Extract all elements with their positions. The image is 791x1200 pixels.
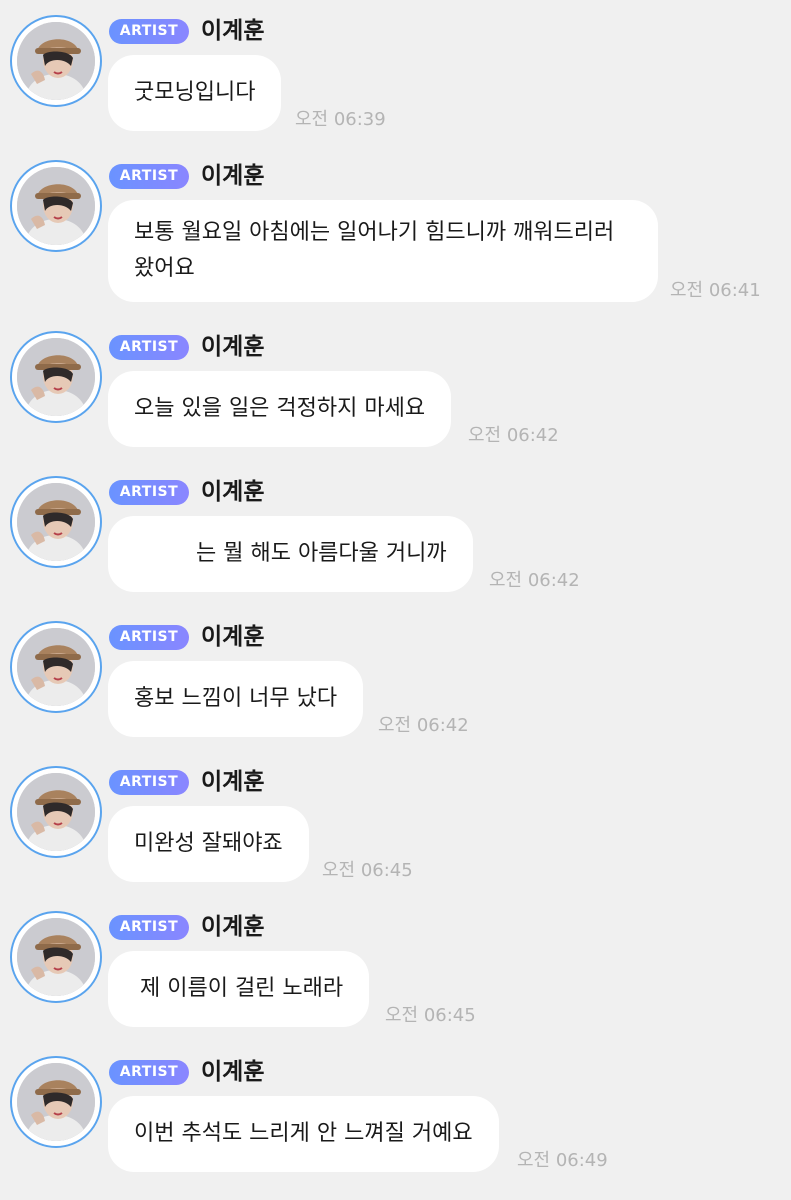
profile-photo-icon bbox=[17, 1063, 95, 1141]
timestamp: 오전 06:42 bbox=[378, 715, 469, 736]
artist-badge: ARTIST bbox=[109, 480, 189, 505]
chat-message: ARTIST 이계훈 홍보 느낌이 너무 났다 오전 06:42 bbox=[0, 606, 791, 751]
sender-name[interactable]: 이계훈 bbox=[201, 1055, 264, 1089]
message-bubble[interactable]: 굿모닝입니다 bbox=[108, 55, 282, 131]
artist-badge: ARTIST bbox=[109, 19, 189, 44]
artist-badge: ARTIST bbox=[109, 1060, 189, 1085]
avatar[interactable] bbox=[10, 160, 102, 252]
chat-message: ARTIST 이계훈 미완성 잘돼야죠 오전 06:45 bbox=[0, 751, 791, 896]
chat-message: ARTIST 이계훈 는 뭘 해도 아름다울 거니까 오전 06:42 bbox=[0, 461, 791, 606]
avatar[interactable] bbox=[10, 331, 102, 423]
chat-feed: ARTIST 이계훈 굿모닝입니다 오전 06:39 ARTIST 이계훈 보통… bbox=[0, 0, 791, 1200]
profile-photo-icon bbox=[17, 338, 95, 416]
profile-photo-icon bbox=[17, 773, 95, 851]
profile-photo-icon bbox=[17, 167, 95, 245]
profile-photo-icon bbox=[17, 918, 95, 996]
chat-message: ARTIST 이계훈 오늘 있을 일은 걱정하지 마세요 오전 06:42 bbox=[0, 316, 791, 461]
artist-badge: ARTIST bbox=[109, 164, 189, 189]
timestamp: 오전 06:45 bbox=[322, 860, 413, 881]
profile-photo-icon bbox=[17, 483, 95, 561]
sender-name[interactable]: 이계훈 bbox=[201, 330, 264, 364]
timestamp: 오전 06:39 bbox=[295, 109, 386, 130]
artist-badge: ARTIST bbox=[109, 915, 189, 940]
message-bubble[interactable]: 제 이름이 걸린 노래라 bbox=[108, 951, 370, 1027]
avatar[interactable] bbox=[10, 1056, 102, 1148]
sender-name[interactable]: 이계훈 bbox=[201, 620, 264, 654]
artist-badge: ARTIST bbox=[109, 625, 189, 650]
avatar[interactable] bbox=[10, 476, 102, 568]
chat-message: ARTIST 이계훈 이번 추석도 느리게 안 느껴질 거예요 오전 06:49 bbox=[0, 1041, 791, 1186]
message-bubble[interactable]: 미완성 잘돼야죠 bbox=[108, 806, 309, 882]
timestamp: 오전 06:42 bbox=[468, 425, 559, 446]
message-bubble[interactable]: 보통 월요일 아침에는 일어나기 힘드니까 깨워드리러 왔어요 bbox=[108, 200, 658, 302]
avatar[interactable] bbox=[10, 621, 102, 713]
avatar[interactable] bbox=[10, 15, 102, 107]
chat-message: ARTIST 이계훈 보통 월요일 아침에는 일어나기 힘드니까 깨워드리러 왔… bbox=[0, 145, 791, 302]
chat-message: ARTIST 이계훈 제 이름이 걸린 노래라 오전 06:45 bbox=[0, 896, 791, 1041]
avatar[interactable] bbox=[10, 911, 102, 1003]
timestamp: 오전 06:41 bbox=[670, 280, 761, 301]
sender-name[interactable]: 이계훈 bbox=[201, 475, 264, 509]
chat-message: ARTIST 이계훈 굿모닝입니다 오전 06:39 bbox=[0, 0, 791, 145]
sender-name[interactable]: 이계훈 bbox=[201, 14, 264, 48]
message-bubble[interactable]: 홍보 느낌이 너무 났다 bbox=[108, 661, 364, 737]
avatar[interactable] bbox=[10, 766, 102, 858]
timestamp: 오전 06:49 bbox=[517, 1150, 608, 1171]
sender-name[interactable]: 이계훈 bbox=[201, 910, 264, 944]
sender-name[interactable]: 이계훈 bbox=[201, 765, 264, 799]
timestamp: 오전 06:42 bbox=[489, 570, 580, 591]
artist-badge: ARTIST bbox=[109, 770, 189, 795]
timestamp: 오전 06:45 bbox=[385, 1005, 476, 1026]
message-bubble[interactable]: 오늘 있을 일은 걱정하지 마세요 bbox=[108, 371, 452, 447]
sender-name[interactable]: 이계훈 bbox=[201, 159, 264, 193]
message-bubble[interactable]: 는 뭘 해도 아름다울 거니까 bbox=[108, 516, 473, 592]
profile-photo-icon bbox=[17, 628, 95, 706]
message-bubble[interactable]: 이번 추석도 느리게 안 느껴질 거예요 bbox=[108, 1096, 499, 1172]
artist-badge: ARTIST bbox=[109, 335, 189, 360]
profile-photo-icon bbox=[17, 22, 95, 100]
